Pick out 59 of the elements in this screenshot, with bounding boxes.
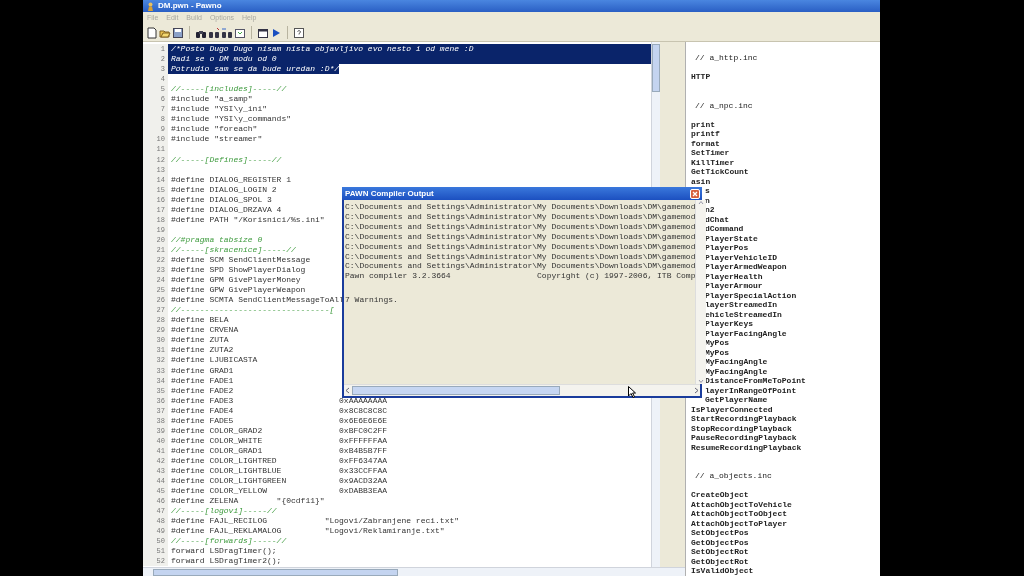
output-line: C:\Documents and Settings\Administrator\My Documents\Downloads\DM\gamemod [345, 241, 696, 252]
code-line: #define FADE5 0x6E6E6E6E [170, 415, 388, 426]
code-line: #define DIALOG_LOGIN 2 [170, 184, 277, 195]
code-line: //-----[skracenice]-----// [170, 244, 296, 255]
code-line: //-----[forwards]-----// [170, 536, 287, 547]
code-line: //-----[logovi]-----// [170, 506, 277, 517]
code-line: #define FADE2 [170, 385, 234, 396]
code-line: #define COLOR_LIGHTBLUE 0x33CCFFAA [170, 465, 388, 476]
code-line: #define FADE4 0x8C8C8C8C [170, 405, 388, 416]
code-line: #define COLOR_GRAD2 0xBFC0C2FF [170, 425, 388, 436]
code-line: #define GPW GivePlayerWeapon [170, 285, 306, 296]
code-line: #define COLOR_GRAD1 0xB4B5B7FF [170, 445, 388, 456]
code-line: #define ZUTA [170, 335, 229, 346]
code-line: #define COLOR_YELLOW 0xDABB3EAA [170, 486, 388, 497]
code-line: //-----[includes]-----// [170, 84, 287, 95]
code-line: #include "YSI\y_commands" [170, 114, 292, 125]
output-line: C:\Documents and Settings\Administrator\My Documents\Downloads\DM\gamemod [345, 251, 696, 262]
include-header: // a_http.inc [694, 53, 758, 63]
include-header: // a_npc.inc [694, 100, 753, 110]
code-line: #define DIALOG_REGISTER 1 [170, 174, 292, 185]
code-line: #include "a_samp" [170, 94, 253, 105]
code-line: #include "streamer" [170, 134, 263, 145]
output-line: C:\Documents and Settings\Administrator\My Documents\Downloads\DM\gamemod [345, 211, 696, 222]
output-line: C:\Documents and Settings\Administrator\My Documents\Downloads\DM\gamemod [345, 202, 696, 212]
code-line: #define SCMTA SendClientMessageToAll [170, 295, 344, 306]
code-line: #define CRVENA [170, 325, 239, 336]
output-line: C:\Documents and Settings\Administrator\My Documents\Downloads\DM\gamemod [345, 221, 696, 232]
code-line: #define COLOR_LIGHTGREEN 0x9ACD32AA [170, 476, 388, 487]
dialog-title: PAWN Compiler Output [345, 189, 434, 198]
window-title: DM.pwn - Pawno [158, 0, 222, 12]
output-line: C:\Documents and Settings\Administrator\My Documents\Downloads\DM\gamemod [345, 261, 696, 272]
code-line: #define FADE1 [170, 375, 234, 386]
code-line: //#pragma tabsize 0 [170, 234, 263, 245]
code-line: #include "foreach" [170, 124, 258, 135]
code-line: #define DIALOG_DRZAVA 4 [170, 204, 282, 215]
code-line: #define SPD ShowPlayerDialog [170, 265, 306, 276]
output-line: Pawn compiler 3.2.3664 Copyright (c) 1997-2006, ITB Comp [345, 271, 696, 282]
code-line: #define DIALOG_SPOL 3 [170, 194, 272, 205]
code-line: //-------------------------------[ [170, 305, 335, 316]
code-line: forward LSDragTimer(); [170, 546, 277, 557]
code-line: #define BELA [170, 315, 229, 326]
code-line: #define GRAD1 [170, 365, 234, 376]
code-line: //-----[Defines]-----// [170, 154, 282, 165]
warning-summary: 7 Warnings. [345, 295, 398, 306]
code-line: #define FAJL_RECILOG "Logovi/Zabranjene reci.txt" [170, 516, 460, 527]
code-line: #define FAJL_REKLAMALOG "Logovi/Reklamiranje.txt" [170, 526, 445, 537]
include-header: // a_objects.inc [694, 471, 772, 481]
code-line: #include "YSI\y_ini" [170, 104, 267, 115]
code-line: #define SCM SendClientMessage [170, 255, 311, 266]
code-line: #define FADE3 0xAAAAAAAA [170, 395, 388, 406]
code-line: #define COLOR_WHITE 0xFFFFFFAA [170, 435, 388, 446]
code-line: forward LSDragTimer2(); [170, 556, 282, 567]
output-line: C:\Documents and Settings\Administrator\My Documents\Downloads\DM\gamemod [345, 231, 696, 242]
code-line: #define GPM GivePlayerMoney [170, 275, 301, 286]
code-line: #define ZELENA "{0cdf11}" [170, 496, 325, 507]
code-line: #define ZUTA2 [170, 345, 234, 356]
code-line: #define COLOR_LIGHTRED 0xFF6347AA [170, 455, 388, 466]
code-line: #define PATH "/Korisnici/%s.ini" [170, 214, 325, 225]
code-line: #define LJUBICASTA [170, 355, 258, 366]
